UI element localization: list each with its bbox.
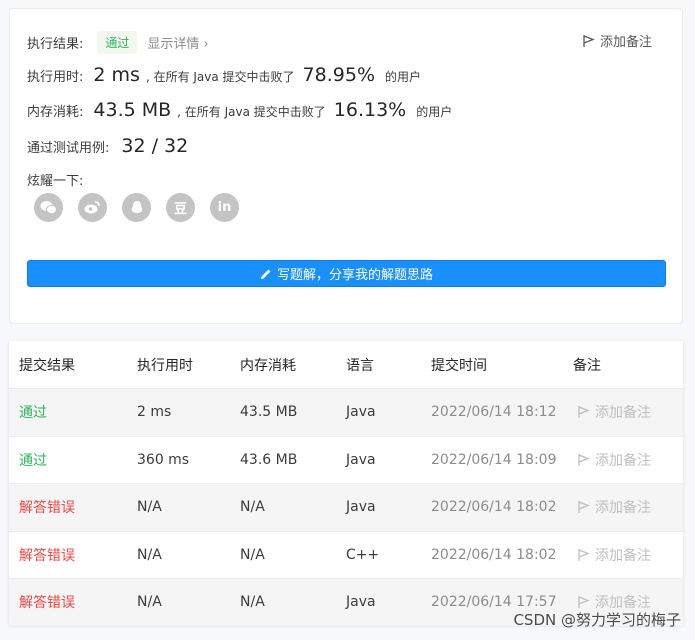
runtime-cell: N/A (137, 546, 162, 563)
language-cell: Java (346, 594, 376, 611)
submit-time-cell: 2022/06/14 17:57 (431, 594, 557, 611)
header-runtime: 执行用时 (137, 357, 193, 374)
share-row: 炫耀一下: (27, 170, 83, 189)
write-solution-button[interactable]: 写题解，分享我的解题思路 (27, 260, 666, 287)
memory-users-suffix: 的用户 (416, 105, 453, 119)
memory-cell: N/A (240, 499, 265, 516)
flag-icon (578, 501, 590, 514)
show-details-link[interactable]: 显示详情 › (147, 33, 208, 52)
add-note-button[interactable]: 添加备注 (577, 450, 651, 470)
flag-icon (578, 406, 590, 419)
submit-time-cell: 2022/06/14 18:12 (431, 404, 557, 421)
runtime-value: 2 ms (93, 64, 140, 86)
linkedin-icon[interactable]: in (210, 193, 239, 222)
result-row: 执行结果: 通过 显示详情 › (27, 31, 209, 54)
submit-time-cell: 2022/06/14 18:02 (431, 499, 557, 516)
runtime-cell: 2 ms (137, 404, 172, 421)
flag-icon (578, 453, 590, 466)
header-note: 备注 (573, 357, 601, 374)
submissions-table: 提交结果 执行用时 内存消耗 语言 提交时间 备注 通过 2 ms 43.5 M… (9, 341, 683, 626)
add-note-button[interactable]: 添加备注 (582, 31, 652, 50)
header-language: 语言 (346, 357, 374, 374)
runtime-cell: 360 ms (137, 451, 190, 468)
memory-percentile: 16.13% (333, 99, 407, 121)
table-row[interactable]: 通过 2 ms 43.5 MB Java 2022/06/14 18:12 添加… (9, 388, 683, 436)
share-label: 炫耀一下: (27, 174, 84, 189)
runtime-row: 执行用时: 2 ms , 在所有 Java 提交中击败了 78.95% 的用户 (27, 64, 421, 86)
status-link[interactable]: 通过 (19, 402, 47, 422)
header-submit-time: 提交时间 (431, 357, 487, 374)
submit-time-cell: 2022/06/14 18:02 (431, 546, 557, 563)
flag-icon (583, 34, 595, 47)
memory-row: 内存消耗: 43.5 MB , 在所有 Java 提交中击败了 16.13% 的… (27, 99, 452, 121)
add-note-label: 添加备注 (599, 35, 652, 50)
flag-icon (578, 596, 590, 609)
memory-text: , 在所有 Java 提交中击败了 (177, 105, 326, 119)
submit-time-cell: 2022/06/14 18:09 (431, 451, 557, 468)
add-note-button[interactable]: 添加备注 (577, 402, 651, 422)
add-note-label: 添加备注 (595, 405, 651, 422)
header-memory: 内存消耗 (240, 357, 296, 374)
table-row[interactable]: 解答错误 N/A N/A C++ 2022/06/14 18:02 添加备注 (9, 530, 683, 579)
runtime-cell: N/A (137, 499, 162, 516)
table-row[interactable]: 解答错误 N/A N/A Java 2022/06/14 18:02 添加备注 (9, 483, 683, 531)
status-link[interactable]: 通过 (19, 450, 47, 470)
qq-icon[interactable] (122, 193, 151, 222)
language-cell: Java (346, 404, 376, 421)
result-summary-card: 执行结果: 通过 显示详情 › 添加备注 执行用时: 2 ms , 在所有 Ja… (9, 8, 683, 324)
memory-value: 43.5 MB (93, 99, 172, 121)
runtime-text: , 在所有 Java 提交中击败了 (145, 70, 295, 84)
memory-cell: 43.6 MB (240, 451, 298, 468)
memory-cell: N/A (240, 546, 265, 563)
status-link[interactable]: 解答错误 (19, 592, 75, 612)
add-note-button[interactable]: 添加备注 (577, 497, 651, 517)
memory-cell: N/A (240, 594, 265, 611)
weibo-icon[interactable] (78, 193, 107, 222)
result-label: 执行结果: (27, 37, 84, 52)
runtime-users-suffix: 的用户 (385, 70, 422, 84)
memory-label: 内存消耗: (27, 105, 84, 120)
watermark: CSDN @努力学习的梅子 (513, 611, 681, 629)
tests-row: 通过测试用例: 32 / 32 (27, 135, 188, 157)
status-link[interactable]: 解答错误 (19, 497, 75, 517)
tests-label: 通过测试用例: (27, 141, 110, 156)
table-header: 提交结果 执行用时 内存消耗 语言 提交时间 备注 (9, 341, 683, 388)
table-row[interactable]: 通过 360 ms 43.6 MB Java 2022/06/14 18:09 … (9, 435, 683, 484)
language-cell: Java (346, 451, 376, 468)
add-note-label: 添加备注 (595, 500, 651, 517)
write-solution-label: 写题解，分享我的解题思路 (276, 268, 433, 283)
share-icons: 豆 in (34, 193, 239, 222)
runtime-cell: N/A (137, 594, 162, 611)
douban-icon[interactable]: 豆 (166, 193, 195, 222)
memory-cell: 43.5 MB (240, 404, 298, 421)
language-cell: Java (346, 499, 376, 516)
tests-value: 32 / 32 (121, 135, 189, 157)
flag-icon (578, 548, 590, 561)
add-note-label: 添加备注 (595, 547, 651, 564)
language-cell: C++ (346, 546, 380, 563)
pencil-icon (260, 269, 271, 279)
wechat-icon[interactable] (34, 193, 63, 222)
runtime-label: 执行用时: (27, 70, 84, 85)
add-note-label: 添加备注 (595, 452, 651, 469)
runtime-percentile: 78.95% (302, 64, 375, 86)
status-badge: 通过 (97, 31, 138, 54)
header-status: 提交结果 (19, 357, 75, 374)
status-link[interactable]: 解答错误 (19, 545, 75, 565)
add-note-button[interactable]: 添加备注 (577, 545, 651, 565)
